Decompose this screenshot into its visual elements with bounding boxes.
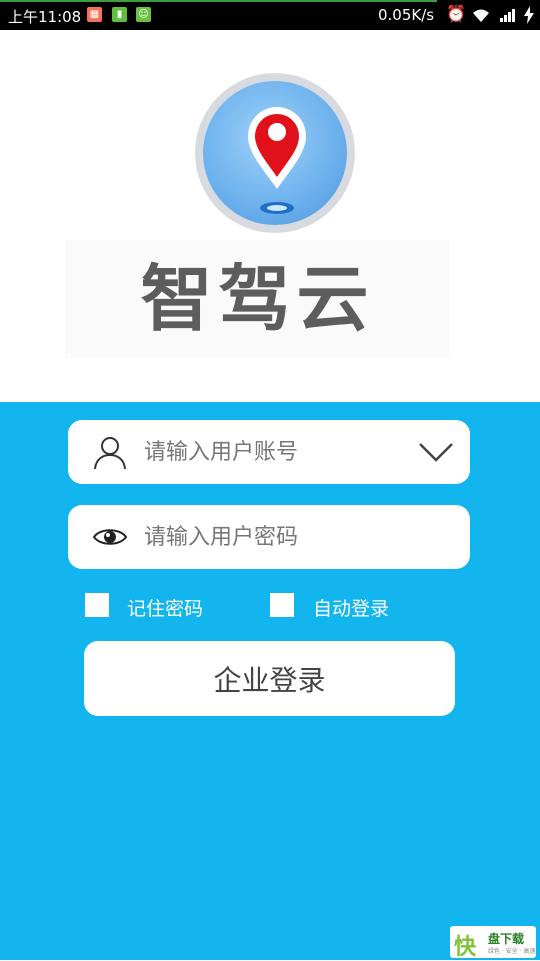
status-bar: 上午11:08 ▦ ▮ ☺ 0.05K/s ⏰ [0, 0, 540, 30]
logo-badge [195, 73, 355, 233]
watermark-title: 盘下载 [488, 932, 525, 946]
chevron-down-icon[interactable] [418, 440, 454, 464]
password-input[interactable] [144, 519, 414, 555]
signal-icon [500, 9, 515, 22]
progress-line [0, 0, 437, 2]
status-time: 上午11:08 [8, 8, 82, 26]
login-panel: 记住密码 自动登录 企业登录 快 盘下载 绿色 · 安全 · 高速 [0, 402, 540, 960]
watermark-mark: 快 [454, 935, 477, 960]
alarm-icon: ⏰ [446, 4, 466, 23]
auto-login-label[interactable]: 自动登录 [313, 594, 389, 621]
watermark-subtitle: 绿色 · 安全 · 高速 [488, 948, 536, 955]
enterprise-login-button[interactable]: 企业登录 [84, 641, 455, 716]
location-pin-icon [248, 107, 306, 214]
wifi-icon [473, 9, 489, 22]
user-icon [94, 437, 126, 470]
account-field[interactable] [68, 420, 470, 484]
remember-password-label[interactable]: 记住密码 [127, 594, 203, 621]
watermark-badge: 快 盘下载 绿色 · 安全 · 高速 [450, 926, 536, 960]
app-name-banner: 智驾云 [65, 240, 450, 358]
app-header: 智驾云 [0, 30, 540, 402]
password-field[interactable] [68, 505, 470, 569]
charging-icon [524, 6, 534, 24]
android-icon: ☺ [136, 7, 151, 22]
auto-login-checkbox[interactable] [270, 593, 294, 617]
remember-password-checkbox[interactable] [85, 593, 109, 617]
account-input[interactable] [144, 434, 414, 470]
eye-icon[interactable] [92, 519, 128, 555]
notification-icon: ▦ [87, 7, 102, 22]
net-speed: 0.05K/s [378, 6, 435, 24]
app-name: 智驾云 [140, 257, 375, 341]
logo-inner-circle [203, 81, 347, 225]
battery-app-icon: ▮ [112, 7, 127, 22]
